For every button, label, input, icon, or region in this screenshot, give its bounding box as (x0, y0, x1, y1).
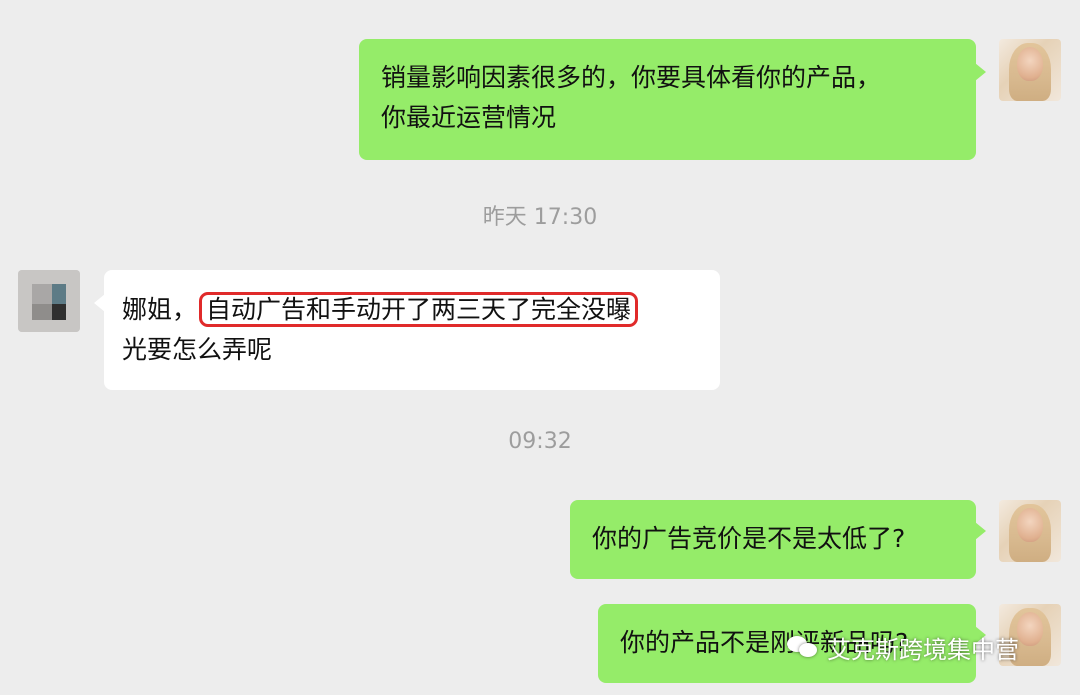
highlighted-text: 自动广告和手动开了两三天了完全没曝 (199, 292, 639, 327)
message-text-prefix: 娜姐， (122, 295, 198, 324)
message-bubble-incoming[interactable]: 娜姐， 自动广告和手动开了两三天了完全没曝 光要怎么弄呢 (94, 270, 720, 390)
timestamp: 09:32 (508, 429, 572, 454)
message-bubble-outgoing[interactable]: 销量影响因素很多的，你要具体看你的产品， 你最近运营情况 (359, 39, 986, 160)
watermark: 艾克斯跨境集中营 (785, 626, 1019, 668)
message-first-line: 娜姐， 自动广告和手动开了两三天了完全没曝 (122, 290, 702, 330)
message-bubble-outgoing[interactable]: 你的广告竞价是不是太低了? (570, 500, 986, 579)
message-text-line: 你的广告竞价是不是太低了? (592, 524, 906, 553)
timestamp: 昨天 17:30 (482, 205, 598, 230)
self-avatar[interactable] (999, 39, 1061, 101)
message-text-line: 销量影响因素很多的，你要具体看你的产品， (381, 63, 882, 92)
message-text-line: 你最近运营情况 (381, 103, 557, 132)
self-avatar[interactable] (999, 500, 1061, 562)
contact-avatar[interactable] (18, 270, 80, 332)
watermark-text: 艾克斯跨境集中营 (827, 635, 1019, 664)
message-text-line: 光要怎么弄呢 (122, 335, 273, 364)
wechat-icon (785, 632, 821, 662)
